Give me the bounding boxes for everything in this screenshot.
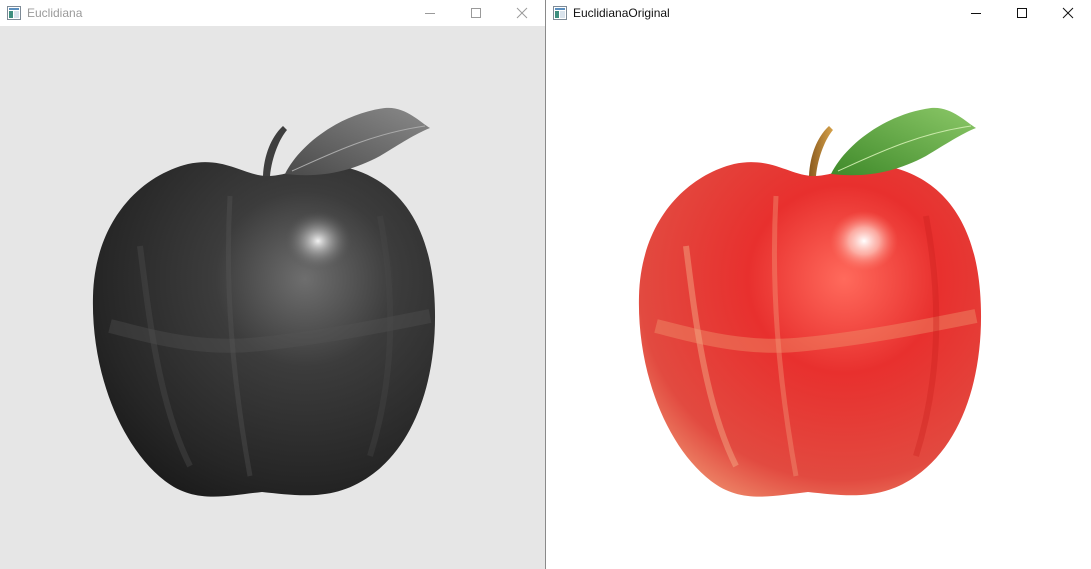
apple-stem bbox=[263, 126, 287, 176]
app-window-icon bbox=[7, 6, 21, 20]
window-title: Euclidiana bbox=[27, 6, 83, 20]
apple-stem bbox=[809, 126, 833, 176]
maximize-icon bbox=[471, 8, 481, 18]
close-button[interactable] bbox=[499, 0, 545, 26]
minimize-button[interactable] bbox=[407, 0, 453, 26]
desktop: Euclidiana EuclidianaOriginal bbox=[0, 0, 1091, 569]
grayscale-apple-image bbox=[92, 107, 436, 497]
app-window-icon bbox=[553, 6, 567, 20]
close-icon bbox=[1062, 7, 1074, 19]
maximize-button[interactable] bbox=[453, 0, 499, 26]
maximize-button[interactable] bbox=[999, 0, 1045, 26]
window-euclidiana[interactable]: Euclidiana bbox=[0, 0, 545, 569]
minimize-button[interactable] bbox=[953, 0, 999, 26]
color-apple-image bbox=[638, 107, 982, 497]
image-canvas bbox=[0, 26, 545, 569]
window-euclidiana-original[interactable]: EuclidianaOriginal bbox=[545, 0, 1091, 569]
minimize-icon bbox=[971, 13, 981, 14]
apple-highlight bbox=[830, 211, 898, 271]
title-bar[interactable]: Euclidiana bbox=[0, 0, 545, 26]
window-title: EuclidianaOriginal bbox=[573, 6, 670, 20]
apple-leaf bbox=[831, 107, 976, 176]
image-canvas bbox=[546, 26, 1091, 569]
apple-leaf bbox=[285, 107, 430, 176]
minimize-icon bbox=[425, 13, 435, 14]
close-button[interactable] bbox=[1045, 0, 1091, 26]
maximize-icon bbox=[1017, 8, 1027, 18]
title-bar[interactable]: EuclidianaOriginal bbox=[546, 0, 1091, 26]
apple-highlight bbox=[284, 211, 352, 271]
close-icon bbox=[516, 7, 528, 19]
